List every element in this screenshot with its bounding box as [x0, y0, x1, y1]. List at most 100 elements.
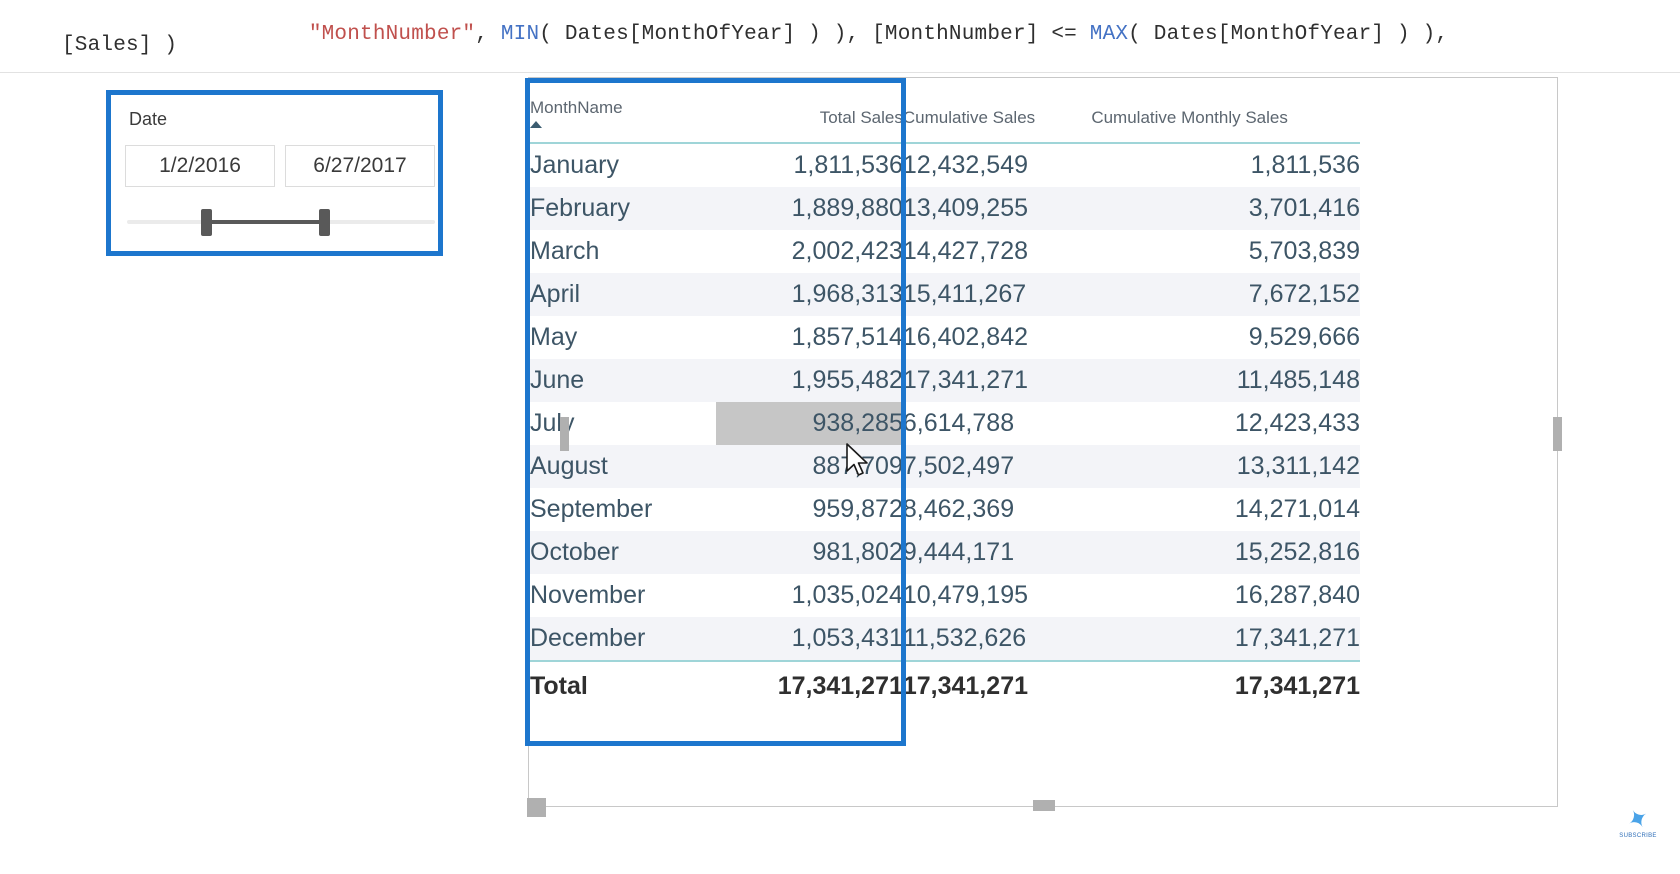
slicer-selected-range — [205, 220, 325, 224]
cell-monthname[interactable]: October — [530, 531, 717, 574]
sort-ascending-icon — [530, 121, 542, 128]
table-row[interactable]: August887,7097,502,49713,311,142 — [530, 445, 1360, 488]
cell-total-sales[interactable]: 1,035,024 — [716, 574, 903, 617]
slicer-range-slider[interactable] — [127, 207, 435, 237]
column-header-monthname-label: MonthName — [530, 98, 623, 117]
table-row[interactable]: May 1,857,514 16,402,842 9,529,666 — [530, 316, 1360, 359]
total-row-total-sales: 17,341,271 — [716, 660, 903, 708]
table-header-row: MonthName Total Sales Cumulative Sales C… — [530, 80, 1360, 144]
formula-line-2: [Sales] ) — [62, 34, 178, 57]
cell-cumulative-sales[interactable]: 7,502,497 — [902, 445, 1092, 488]
cell-total-sales[interactable]: 1,811,536 — [716, 143, 903, 187]
formula-token-expression-a: ( Dates[MonthOfYear] ) ), [MonthNumber] … — [539, 23, 1090, 46]
formula-line-1: "MonthNumber", MIN( Dates[MonthOfYear] )… — [232, 0, 1448, 69]
cell-cumulative-monthly-sales[interactable]: 14,271,014 — [1091, 488, 1360, 531]
cell-cumulative-sales[interactable]: 15,411,267 — [902, 273, 1092, 316]
cell-total-sales[interactable]: 1,955,482 — [716, 359, 903, 402]
cell-cumulative-sales[interactable]: 9,444,171 — [902, 531, 1092, 574]
cell-total-sales[interactable]: 2,002,423 — [716, 230, 903, 273]
cell-cumulative-sales[interactable]: 14,427,728 — [902, 230, 1092, 273]
cell-monthname[interactable]: April — [530, 273, 717, 316]
table-row[interactable]: February 1,889,880 13,409,255 3,701,416 — [530, 187, 1360, 230]
cell-cumulative-monthly-sales[interactable]: 11,485,148 — [1091, 359, 1360, 402]
date-slicer-body: Date 1/2/2016 6/27/2017 — [111, 95, 438, 251]
cell-monthname[interactable]: June — [530, 359, 717, 402]
sales-table: MonthName Total Sales Cumulative Sales C… — [530, 80, 1360, 708]
column-header-cumulative-sales[interactable]: Cumulative Sales — [902, 80, 1092, 144]
cell-cumulative-monthly-sales[interactable]: 5,703,839 — [1091, 230, 1360, 273]
slicer-date-inputs: 1/2/2016 6/27/2017 — [125, 145, 435, 187]
resize-handle-middle-left[interactable] — [560, 417, 569, 451]
cell-cumulative-sales[interactable]: 10,479,195 — [902, 574, 1092, 617]
cell-total-sales[interactable]: 887,709 — [716, 445, 903, 488]
cell-total-sales[interactable]: 959,872 — [716, 488, 903, 531]
table-row[interactable]: December 1,053,431 11,532,626 17,341,271 — [530, 617, 1360, 661]
formula-token-min-function: MIN — [500, 23, 540, 46]
cell-monthname[interactable]: July — [530, 402, 717, 445]
cell-cumulative-sales[interactable]: 6,614,788 — [902, 402, 1092, 445]
cell-cumulative-sales[interactable]: 16,402,842 — [902, 316, 1092, 359]
column-header-total-sales[interactable]: Total Sales — [716, 80, 903, 144]
slicer-title: Date — [129, 109, 168, 129]
cell-total-sales[interactable]: 1,968,313 — [716, 273, 903, 316]
table-row[interactable]: June 1,955,482 17,341,271 11,485,148 — [530, 359, 1360, 402]
formula-token-string: "MonthNumber" — [308, 23, 476, 46]
formula-token-comma: , — [475, 23, 501, 46]
slicer-handle-left[interactable] — [201, 209, 212, 236]
cell-monthname[interactable]: August — [530, 445, 717, 488]
cell-cumulative-sales[interactable]: 17,341,271 — [902, 359, 1092, 402]
cell-total-sales[interactable]: 981,802 — [716, 531, 903, 574]
cell-total-sales[interactable]: 1,857,514 — [716, 316, 903, 359]
table-row[interactable]: April 1,968,313 15,411,267 7,672,152 — [530, 273, 1360, 316]
cell-monthname[interactable]: September — [530, 488, 717, 531]
table-total-row: Total 17,341,271 17,341,271 17,341,271 — [530, 660, 1360, 708]
cell-cumulative-sales[interactable]: 8,462,369 — [902, 488, 1092, 531]
table-row[interactable]: March 2,002,423 14,427,728 5,703,839 — [530, 230, 1360, 273]
cell-total-sales[interactable]: 1,889,880 — [716, 187, 903, 230]
dax-formula-bar[interactable]: "MonthNumber", MIN( Dates[MonthOfYear] )… — [0, 0, 1680, 72]
resize-handle-middle-right[interactable] — [1553, 417, 1562, 451]
cell-monthname[interactable]: January — [530, 143, 717, 187]
cell-total-sales[interactable]: 938,285 — [716, 402, 903, 445]
date-slicer-visual[interactable]: Date 1/2/2016 6/27/2017 — [106, 90, 443, 256]
total-row-label: Total — [530, 660, 717, 708]
formula-token-expression-b: ( Dates[MonthOfYear] ) ), — [1128, 23, 1449, 46]
cell-cumulative-monthly-sales[interactable]: 17,341,271 — [1091, 617, 1360, 661]
report-canvas-root: "MonthNumber", MIN( Dates[MonthOfYear] )… — [0, 0, 1680, 874]
table-row[interactable]: October 981,802 9,444,171 15,252,816 — [530, 531, 1360, 574]
cell-cumulative-monthly-sales[interactable]: 7,672,152 — [1091, 273, 1360, 316]
cell-monthname[interactable]: February — [530, 187, 717, 230]
mouse-pointer-icon — [846, 443, 868, 476]
cell-total-sales[interactable]: 1,053,431 — [716, 617, 903, 661]
table-row[interactable]: July 938,285 6,614,788 12,423,433 — [530, 402, 1360, 445]
cell-cumulative-monthly-sales[interactable]: 15,252,816 — [1091, 531, 1360, 574]
slicer-handle-right[interactable] — [319, 209, 330, 236]
slicer-end-date-input[interactable]: 6/27/2017 — [285, 145, 435, 187]
cell-cumulative-monthly-sales[interactable]: 13,311,142 — [1091, 445, 1360, 488]
table-row[interactable]: September 959,872 8,462,369 14,271,014 — [530, 488, 1360, 531]
table-footer: Total 17,341,271 17,341,271 17,341,271 — [530, 660, 1360, 708]
slicer-start-date-input[interactable]: 1/2/2016 — [125, 145, 275, 187]
table-row[interactable]: November 1,035,024 10,479,195 16,287,840 — [530, 574, 1360, 617]
table-row[interactable]: January 1,811,536 12,432,549 1,811,536 — [530, 143, 1360, 187]
cell-cumulative-sales[interactable]: 11,532,626 — [902, 617, 1092, 661]
cell-monthname[interactable]: December — [530, 617, 717, 661]
formula-token-max-function: MAX — [1089, 23, 1129, 46]
resize-handle-bottom-center[interactable] — [1033, 800, 1055, 811]
cell-cumulative-monthly-sales[interactable]: 9,529,666 — [1091, 316, 1360, 359]
cell-cumulative-monthly-sales[interactable]: 16,287,840 — [1091, 574, 1360, 617]
sales-matrix-visual[interactable]: MonthName Total Sales Cumulative Sales C… — [530, 80, 1360, 760]
cell-monthname[interactable]: March — [530, 230, 717, 273]
cell-cumulative-monthly-sales[interactable]: 12,423,433 — [1091, 402, 1360, 445]
cell-cumulative-sales[interactable]: 13,409,255 — [902, 187, 1092, 230]
table-body: January 1,811,536 12,432,549 1,811,536 Febru… — [530, 143, 1360, 661]
column-header-cumulative-monthly-sales[interactable]: Cumulative Monthly Sales — [1091, 80, 1360, 144]
cell-monthname[interactable]: November — [530, 574, 717, 617]
cell-cumulative-monthly-sales[interactable]: 1,811,536 — [1091, 143, 1360, 187]
resize-handle-bottom-left[interactable] — [527, 798, 546, 817]
column-header-monthname[interactable]: MonthName — [530, 80, 717, 144]
cell-cumulative-sales[interactable]: 12,432,549 — [902, 143, 1092, 187]
total-row-cumulative-sales: 17,341,271 — [902, 660, 1092, 708]
cell-monthname[interactable]: May — [530, 316, 717, 359]
cell-cumulative-monthly-sales[interactable]: 3,701,416 — [1091, 187, 1360, 230]
